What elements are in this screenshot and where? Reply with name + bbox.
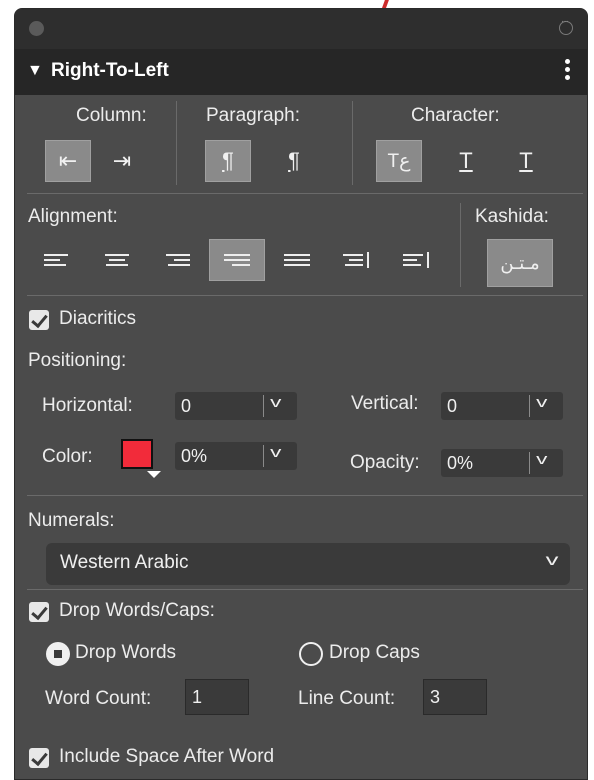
window-more-icon[interactable] <box>559 16 573 35</box>
numerals-value: Western Arabic <box>60 552 189 573</box>
column-ltr-icon: ⇥ <box>112 148 132 173</box>
combo-separator <box>263 445 264 467</box>
opacity-combo[interactable]: 0% v <box>441 449 563 477</box>
drop-caps-radio[interactable] <box>299 642 323 666</box>
drop-words-caps-checkbox[interactable] <box>29 602 49 622</box>
alignment-label: Alignment: <box>28 206 118 227</box>
paragraph-rtl-icon: ¶ <box>222 148 234 173</box>
align-center-button[interactable] <box>89 239 145 281</box>
horizontal-combo[interactable]: 0 v <box>175 392 297 420</box>
justify-all-icon <box>284 254 310 266</box>
align-right-edge-icon <box>343 252 369 268</box>
numerals-select[interactable]: Western Arabic v <box>46 543 570 585</box>
divider <box>27 589 583 590</box>
align-left-edge-button[interactable] <box>389 239 445 281</box>
window-close-dot[interactable] <box>29 21 44 36</box>
kebab-menu-icon[interactable] <box>565 59 571 83</box>
combo-separator <box>529 395 530 417</box>
divider <box>27 495 583 496</box>
positioning-label: Positioning: <box>28 350 127 371</box>
opacity-label: Opacity: <box>350 452 420 473</box>
paragraph-ltr-button[interactable]: ¶ <box>271 140 317 182</box>
chevron-down-icon[interactable]: v <box>536 394 547 411</box>
combo-separator <box>263 395 264 417</box>
kashida-icon: مـتـن <box>500 253 540 273</box>
align-center-icon <box>105 254 129 266</box>
vertical-label: Vertical: <box>351 393 419 414</box>
opacity-value: 0% <box>447 453 474 473</box>
paragraph-label: Paragraph: <box>206 105 301 126</box>
align-right-button[interactable] <box>149 239 205 281</box>
divider <box>27 295 583 296</box>
drop-words-label: Drop Words <box>75 642 177 663</box>
diacritics-checkbox[interactable] <box>29 310 49 330</box>
word-count-label: Word Count: <box>45 688 152 709</box>
align-right-icon <box>166 254 190 266</box>
include-space-label: Include Space After Word <box>59 746 275 767</box>
character-mixed-button[interactable]: Tع <box>376 140 422 182</box>
swatch-dropdown-icon[interactable] <box>147 471 161 478</box>
align-left-edge-icon <box>403 252 429 268</box>
rtl-panel: ▼ Right-To-Left Column: Paragraph: Chara… <box>14 8 588 780</box>
numerals-label: Numerals: <box>28 510 115 531</box>
divider <box>460 203 461 287</box>
line-count-field[interactable]: 3 <box>423 679 487 715</box>
column-rtl-icon: ⇤ <box>58 148 78 173</box>
combo-separator <box>529 452 530 474</box>
divider <box>176 101 177 185</box>
drop-words-caps-label: Drop Words/Caps: <box>59 600 215 621</box>
word-count-field[interactable]: 1 <box>185 679 249 715</box>
vertical-combo[interactable]: 0 v <box>441 392 563 420</box>
kashida-label: Kashida: <box>475 206 549 227</box>
character-ltr-icon: T <box>519 148 533 173</box>
character-mixed-icon: Tع <box>387 150 411 172</box>
color-percent-combo[interactable]: 0% v <box>175 442 297 470</box>
paragraph-ltr-icon: ¶ <box>288 148 300 173</box>
column-label: Column: <box>76 105 147 126</box>
vertical-value: 0 <box>447 396 458 416</box>
color-label: Color: <box>42 446 93 467</box>
character-ltr-button[interactable]: T <box>503 140 549 182</box>
chevron-down-icon[interactable]: v <box>536 451 547 468</box>
word-count-value: 1 <box>192 687 203 707</box>
justify-right-icon <box>224 254 250 266</box>
align-left-icon <box>44 254 68 266</box>
column-rtl-button[interactable]: ⇤ <box>45 140 91 182</box>
character-rtl-button[interactable]: T <box>443 140 489 182</box>
justify-right-button[interactable] <box>209 239 265 281</box>
chevron-down-icon[interactable]: v <box>270 444 281 461</box>
line-count-label: Line Count: <box>298 688 396 709</box>
line-count-value: 3 <box>430 687 441 707</box>
character-rtl-icon: T <box>459 148 473 173</box>
paragraph-rtl-button[interactable]: ¶ <box>205 140 251 182</box>
color-swatch[interactable] <box>121 439 153 469</box>
divider <box>352 101 353 185</box>
horizontal-label: Horizontal: <box>42 395 133 416</box>
triangle-down-icon[interactable]: ▼ <box>27 62 43 80</box>
align-right-edge-button[interactable] <box>329 239 385 281</box>
drop-words-radio[interactable] <box>46 642 70 666</box>
column-ltr-button[interactable]: ⇥ <box>99 140 145 182</box>
character-label: Character: <box>411 105 500 126</box>
chevron-down-icon: v <box>545 552 559 569</box>
drop-caps-label: Drop Caps <box>329 642 420 663</box>
panel-title: Right-To-Left <box>51 60 169 81</box>
horizontal-value: 0 <box>181 396 192 416</box>
window-titlebar <box>15 9 587 49</box>
chevron-down-icon[interactable]: v <box>270 394 281 411</box>
include-space-checkbox[interactable] <box>29 748 49 768</box>
panel-header[interactable]: ▼ Right-To-Left <box>15 49 587 95</box>
color-percent-value: 0% <box>181 446 208 466</box>
divider <box>27 193 583 194</box>
diacritics-label: Diacritics <box>59 308 137 329</box>
justify-all-button[interactable] <box>269 239 325 281</box>
kashida-button[interactable]: مـتـن <box>487 239 553 287</box>
align-left-button[interactable] <box>29 239 85 281</box>
